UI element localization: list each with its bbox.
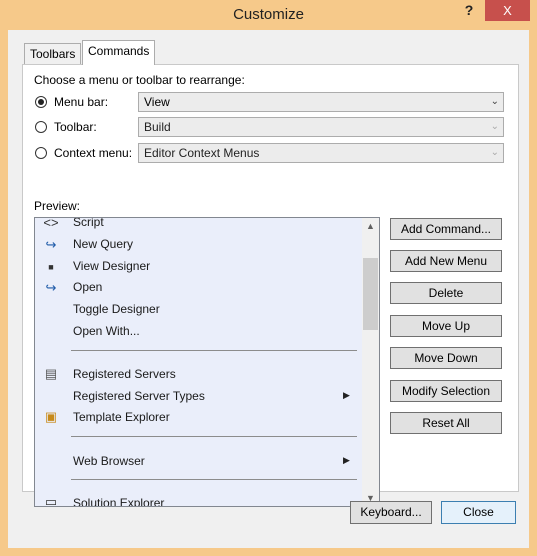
- template-explorer-icon: ▣: [44, 409, 58, 424]
- menu-item-view-designer[interactable]: View Designer: [73, 259, 150, 273]
- menu-separator: [71, 479, 357, 480]
- solution-explorer-icon: ▭: [44, 494, 58, 507]
- close-button[interactable]: Close: [441, 501, 516, 524]
- menu-item-open-with[interactable]: Open With...: [73, 324, 140, 338]
- help-button[interactable]: ?: [456, 2, 482, 22]
- tab-commands[interactable]: Commands: [82, 40, 156, 65]
- menu-item-new-query[interactable]: New Query: [73, 237, 133, 251]
- delete-button[interactable]: Delete: [390, 282, 502, 304]
- menu-item-registered-servers[interactable]: Registered Servers: [73, 367, 176, 381]
- chevron-down-icon: ⌄: [490, 147, 499, 158]
- menu-item-open[interactable]: Open: [73, 280, 102, 294]
- menu-bar-select[interactable]: View ⌄: [138, 92, 504, 112]
- view-designer-icon: ■: [48, 262, 54, 272]
- preview-label: Preview:: [34, 199, 81, 213]
- commands-tab-panel: Choose a menu or toolbar to rearrange: M…: [22, 64, 519, 507]
- menu-item-registered-server-types[interactable]: Registered Server Types: [73, 389, 205, 403]
- context-menu-select[interactable]: Editor Context Menus ⌄: [138, 143, 504, 163]
- menu-bar-label[interactable]: Menu bar:: [54, 95, 108, 109]
- add-new-menu-button[interactable]: Add New Menu: [390, 250, 502, 272]
- menu-bar-value: View: [144, 95, 170, 109]
- customize-dialog: Customize ? X Toolbars Commands Choose a…: [0, 0, 537, 556]
- toolbar-radio[interactable]: [35, 121, 47, 133]
- reset-all-button[interactable]: Reset All: [390, 412, 502, 434]
- preview-scrollbar[interactable]: ▲ ▼: [362, 218, 379, 506]
- scroll-up-icon[interactable]: ▲: [362, 218, 379, 234]
- window-close-button[interactable]: X: [485, 0, 530, 21]
- registered-servers-icon: ▤: [44, 366, 58, 381]
- add-command-button[interactable]: Add Command...: [390, 218, 502, 240]
- rearrange-prompt: Choose a menu or toolbar to rearrange:: [34, 73, 245, 87]
- chevron-down-icon: ⌄: [490, 96, 499, 107]
- scrollbar-thumb[interactable]: [363, 258, 378, 330]
- open-icon: ↪: [45, 280, 57, 295]
- modify-selection-button[interactable]: Modify Selection: [390, 380, 502, 402]
- menu-preview: <> Script ↪ New Query ■ View Designer ↪ …: [35, 218, 362, 506]
- submenu-arrow-icon: ▶: [343, 455, 350, 465]
- menu-item-web-browser[interactable]: Web Browser: [73, 454, 145, 468]
- context-menu-radio[interactable]: [35, 147, 47, 159]
- dialog-body: Toolbars Commands Choose a menu or toolb…: [8, 30, 529, 548]
- menu-separator: [71, 436, 357, 437]
- script-icon: <>: [43, 217, 59, 230]
- menu-item-toggle-designer[interactable]: Toggle Designer: [73, 302, 160, 316]
- preview-list[interactable]: <> Script ↪ New Query ■ View Designer ↪ …: [34, 217, 380, 507]
- toolbar-select[interactable]: Build ⌄: [138, 117, 504, 137]
- move-down-button[interactable]: Move Down: [390, 347, 502, 369]
- submenu-arrow-icon: ▶: [343, 390, 350, 400]
- chevron-down-icon: ⌄: [490, 121, 499, 132]
- tab-toolbars[interactable]: Toolbars: [24, 43, 82, 64]
- keyboard-button[interactable]: Keyboard...: [350, 501, 432, 524]
- close-icon: X: [503, 3, 512, 18]
- context-menu-value: Editor Context Menus: [144, 146, 260, 160]
- menu-separator: [71, 350, 357, 351]
- menu-item-solution-explorer[interactable]: Solution Explorer: [73, 496, 164, 506]
- menu-bar-radio[interactable]: [35, 96, 47, 108]
- toolbar-value: Build: [144, 120, 171, 134]
- menu-item-template-explorer[interactable]: Template Explorer: [73, 410, 170, 424]
- menu-item-script[interactable]: Script: [73, 218, 104, 229]
- new-query-icon: ↪: [45, 237, 57, 252]
- move-up-button[interactable]: Move Up: [390, 315, 502, 337]
- context-menu-label[interactable]: Context menu:: [54, 146, 132, 160]
- toolbar-label[interactable]: Toolbar:: [54, 120, 97, 134]
- title-bar[interactable]: Customize ? X: [0, 0, 537, 30]
